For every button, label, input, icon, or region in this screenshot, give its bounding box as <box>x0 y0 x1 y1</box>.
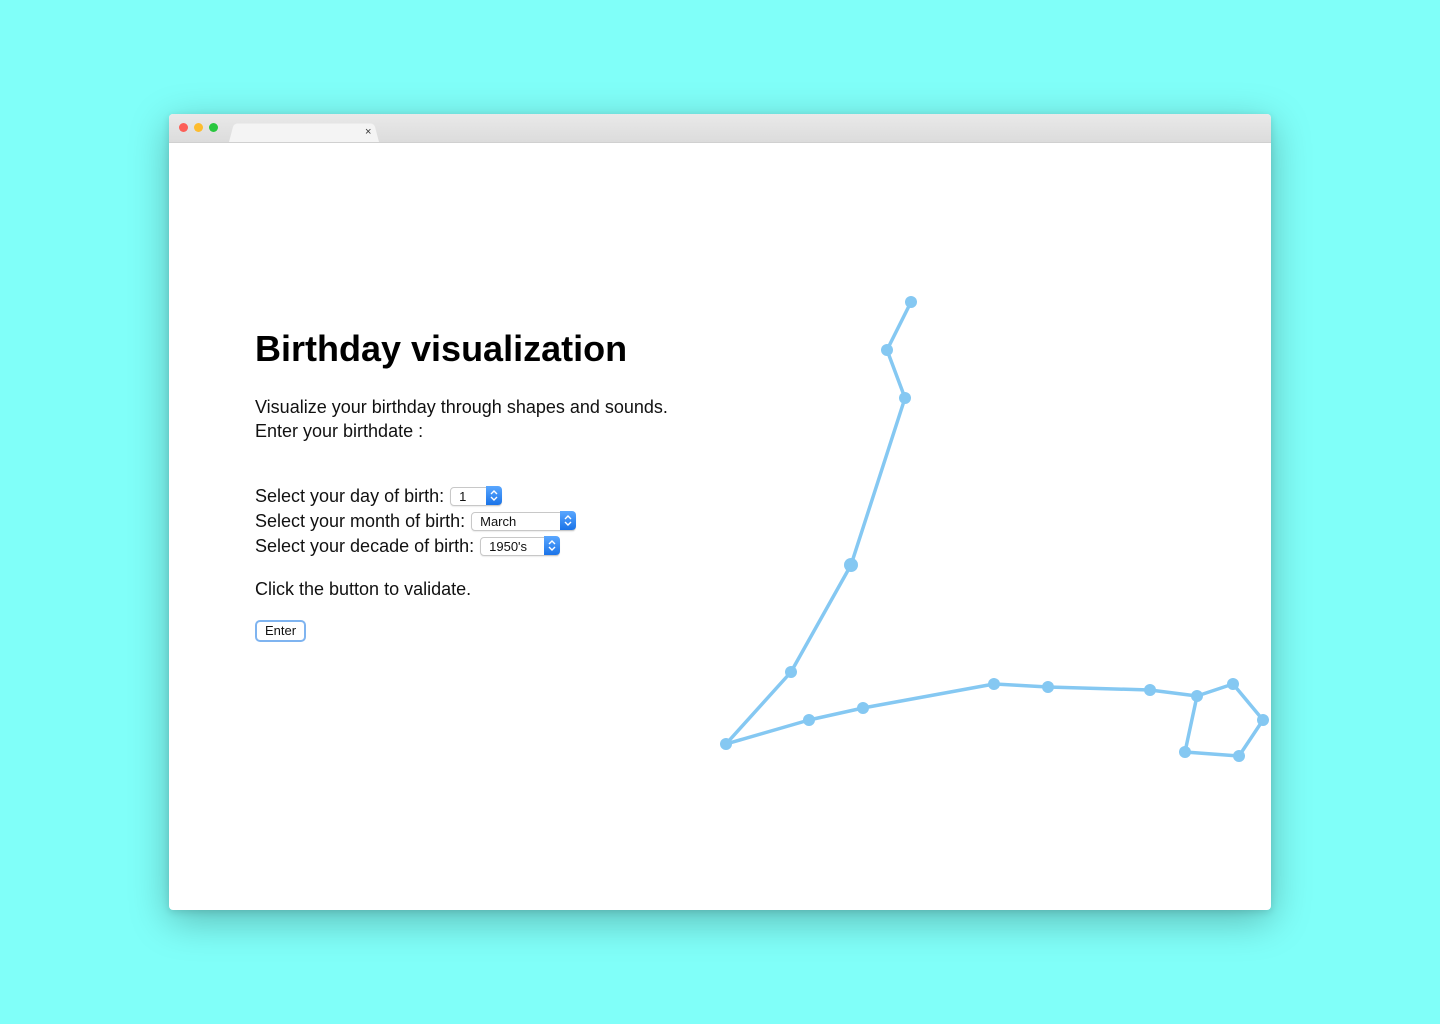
month-row: Select your month of birth: March <box>255 509 577 533</box>
constellation-star <box>1233 750 1245 762</box>
constellation-star <box>1227 678 1239 690</box>
decade-select[interactable]: 1950's <box>480 536 561 556</box>
constellation-star <box>857 702 869 714</box>
select-arrows-icon <box>544 536 561 555</box>
select-arrows-icon <box>486 486 503 505</box>
constellation-star <box>905 296 917 308</box>
constellation-star <box>844 558 858 572</box>
constellation-star <box>1191 690 1203 702</box>
constellation-star <box>899 392 911 404</box>
constellation-star <box>988 678 1000 690</box>
maximize-window-icon[interactable] <box>209 123 218 132</box>
page-content: Birthday visualization Visualize your bi… <box>169 143 1271 910</box>
month-select-value: March <box>480 513 517 529</box>
constellation-star <box>1179 746 1191 758</box>
day-label: Select your day of birth: <box>255 486 445 506</box>
close-window-icon[interactable] <box>179 123 188 132</box>
day-select-value: 1 <box>459 488 467 504</box>
title-bar: × <box>169 114 1271 143</box>
constellation-stars <box>720 296 1269 762</box>
constellation-star <box>1144 684 1156 696</box>
constellation-star <box>881 344 893 356</box>
enter-button[interactable]: Enter <box>255 620 307 642</box>
intro-line-1: Visualize your birthday through shapes a… <box>255 397 668 417</box>
constellation-star <box>720 738 732 750</box>
month-select[interactable]: March <box>471 511 577 531</box>
minimize-window-icon[interactable] <box>194 123 203 132</box>
constellation-star <box>1257 714 1269 726</box>
month-label: Select your month of birth: <box>255 511 466 531</box>
browser-tab[interactable] <box>229 123 379 142</box>
decade-row: Select your decade of birth: 1950's <box>255 534 561 558</box>
day-select[interactable]: 1 <box>450 486 503 506</box>
browser-window: × Birthday visualization Visualize your … <box>169 114 1271 910</box>
day-row: Select your day of birth: 1 <box>255 484 503 508</box>
decade-label: Select your decade of birth: <box>255 536 475 556</box>
validate-hint: Click the button to validate. <box>255 579 472 599</box>
tab-close-icon[interactable]: × <box>365 125 371 139</box>
intro-line-2: Enter your birthdate : <box>255 421 424 441</box>
decade-select-value: 1950's <box>489 538 528 554</box>
select-arrows-icon <box>560 511 577 530</box>
constellation-star <box>1042 681 1054 693</box>
constellation-star <box>803 714 815 726</box>
intro-text: Visualize your birthday through shapes a… <box>255 395 668 443</box>
constellation-star <box>785 666 797 678</box>
page-title: Birthday visualization <box>255 328 628 369</box>
